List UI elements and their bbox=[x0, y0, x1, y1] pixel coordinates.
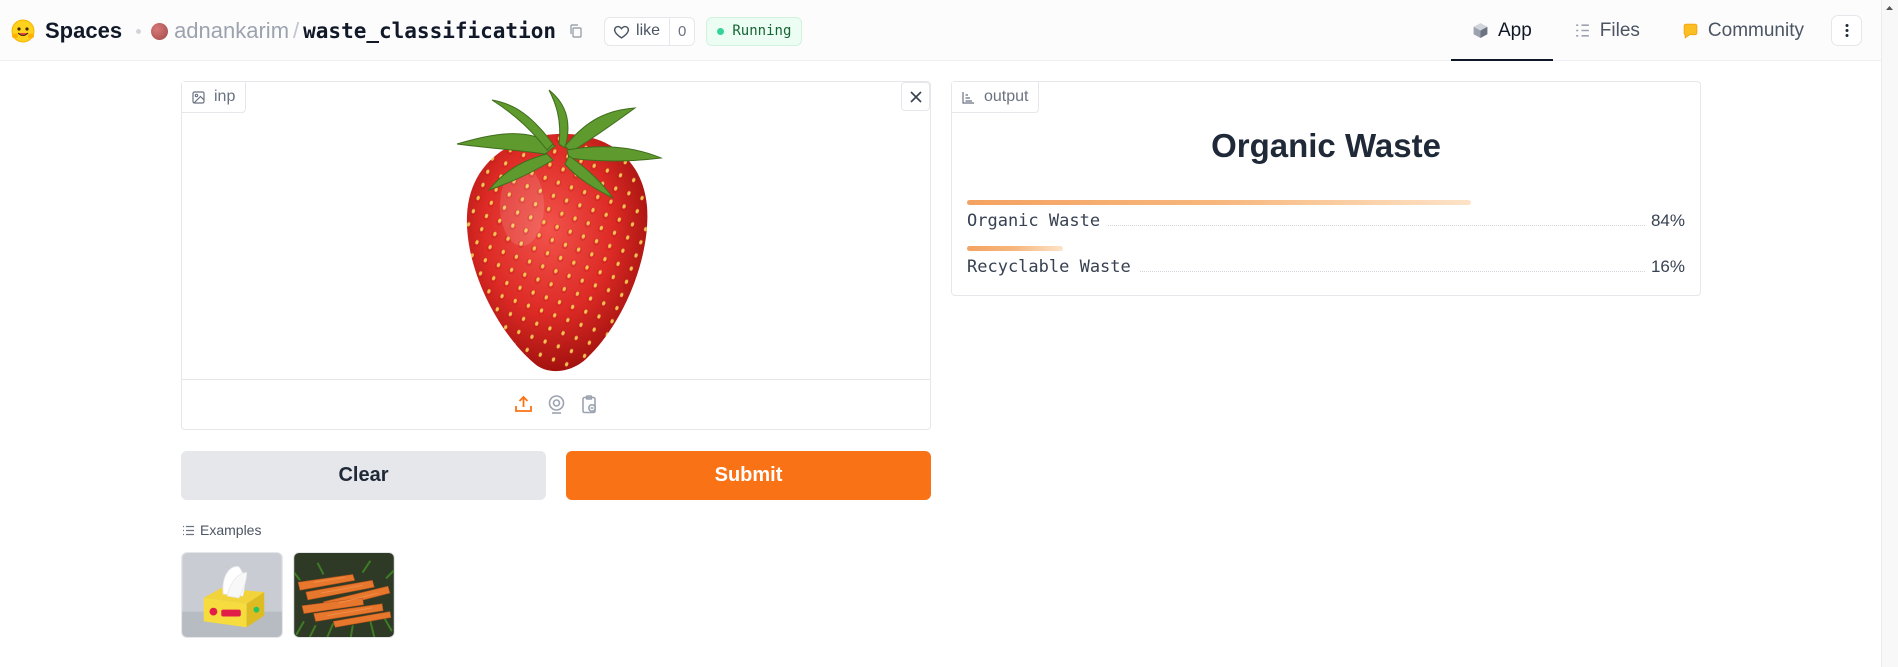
header-left: Spaces adnankarim / waste_classification… bbox=[10, 14, 803, 48]
output-label-tag: output bbox=[952, 82, 1040, 113]
confidence-value: 84% bbox=[1644, 211, 1685, 231]
like-button[interactable]: like 0 bbox=[604, 16, 696, 46]
community-icon bbox=[1683, 23, 1698, 39]
submit-button[interactable]: Submit bbox=[566, 451, 931, 500]
tab-community-label: Community bbox=[1707, 19, 1804, 41]
copy-icon[interactable] bbox=[568, 23, 584, 39]
tab-files[interactable]: Files bbox=[1553, 0, 1661, 61]
upload-icon[interactable] bbox=[513, 394, 534, 415]
clipboard-icon[interactable] bbox=[579, 394, 600, 415]
input-label: inp bbox=[214, 88, 236, 105]
image-source-bar bbox=[182, 379, 930, 429]
examples-label: Examples bbox=[200, 522, 262, 538]
status-dot-icon bbox=[717, 27, 725, 35]
more-options-button[interactable] bbox=[1831, 15, 1862, 46]
files-icon bbox=[1575, 24, 1589, 37]
examples-heading: Examples bbox=[182, 522, 261, 538]
confidence-label: Organic Waste bbox=[967, 211, 1109, 231]
strawberry-image bbox=[456, 89, 663, 372]
page-scrollbar[interactable] bbox=[1881, 0, 1898, 667]
output-label: output bbox=[984, 88, 1029, 105]
predicted-label: Organic Waste bbox=[1211, 127, 1441, 164]
spaces-brand[interactable]: Spaces bbox=[45, 18, 122, 44]
tissue-box-image bbox=[182, 553, 282, 637]
confidence-bar bbox=[967, 246, 1063, 251]
carrots-image bbox=[294, 553, 394, 637]
example-tissue-box[interactable] bbox=[181, 552, 283, 638]
confidence-value: 16% bbox=[1644, 257, 1685, 277]
cube-icon bbox=[1473, 23, 1488, 38]
label-output-panel: output Organic Waste Organic Waste 84% R… bbox=[951, 81, 1701, 296]
clear-button[interactable]: Clear bbox=[181, 451, 546, 500]
confidence-row[interactable]: Recyclable Waste 16% bbox=[967, 246, 1685, 286]
list-icon bbox=[183, 525, 194, 535]
top-header: Spaces adnankarim / waste_classification… bbox=[0, 0, 1898, 61]
confidence-bar bbox=[967, 200, 1471, 205]
status-badge: Running bbox=[706, 16, 803, 46]
webcam-icon[interactable] bbox=[546, 394, 567, 415]
vertical-dots-icon bbox=[1845, 24, 1848, 37]
scroll-up-arrow-icon[interactable] bbox=[1886, 6, 1893, 10]
input-label-tag: inp bbox=[182, 82, 247, 113]
tab-app-label: App bbox=[1497, 19, 1532, 41]
clear-image-button[interactable] bbox=[901, 82, 930, 111]
heart-icon bbox=[613, 25, 630, 39]
chart-icon bbox=[962, 91, 974, 104]
close-icon bbox=[909, 90, 922, 103]
hugging-face-logo-icon[interactable] bbox=[10, 18, 36, 44]
header-nav: App Files Community bbox=[1450, 0, 1862, 61]
image-input-panel[interactable]: inp bbox=[181, 81, 931, 430]
tab-app[interactable]: App bbox=[1450, 0, 1553, 61]
example-carrots[interactable] bbox=[293, 552, 395, 638]
confidence-row[interactable]: Organic Waste 84% bbox=[967, 200, 1685, 240]
status-text: Running bbox=[732, 23, 792, 39]
confidence-label: Recyclable Waste bbox=[967, 257, 1139, 277]
header-divider-dot bbox=[136, 28, 142, 34]
like-label: like bbox=[636, 22, 661, 39]
like-count[interactable]: 0 bbox=[669, 17, 694, 45]
path-separator: / bbox=[293, 18, 300, 43]
tab-community[interactable]: Community bbox=[1661, 0, 1825, 61]
owner-avatar bbox=[151, 22, 169, 40]
image-icon bbox=[192, 90, 205, 104]
tab-files-label: Files bbox=[1599, 19, 1640, 41]
owner-link[interactable]: adnankarim bbox=[174, 18, 289, 44]
like-main[interactable]: like bbox=[605, 18, 669, 45]
repo-name[interactable]: waste_classification bbox=[303, 19, 556, 43]
